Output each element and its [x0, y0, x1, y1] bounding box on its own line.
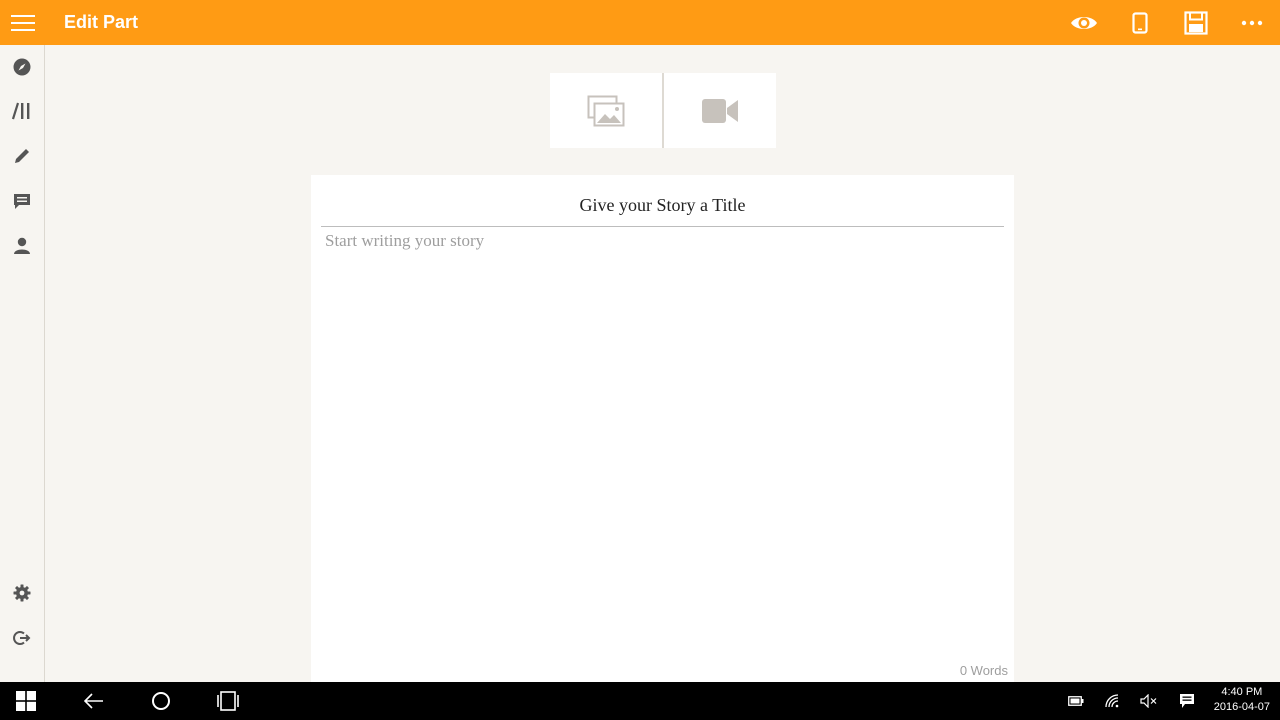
start-button[interactable]	[6, 682, 46, 720]
sidebar-item-profile[interactable]	[0, 224, 44, 268]
battery-button[interactable]	[1062, 682, 1090, 720]
volume-mute-icon	[1140, 694, 1157, 708]
app-header: Edit Part	[0, 0, 1280, 45]
phone-icon	[1132, 11, 1148, 34]
save-icon	[1184, 10, 1208, 35]
sidebar	[0, 45, 45, 682]
sidebar-item-settings[interactable]	[0, 571, 44, 615]
more-icon	[1241, 20, 1263, 25]
network-button[interactable]	[1099, 682, 1127, 720]
clock-date: 2016-04-07	[1213, 701, 1270, 713]
sidebar-item-discover[interactable]	[0, 45, 44, 89]
back-arrow-icon	[84, 693, 103, 709]
pencil-icon	[15, 149, 29, 163]
preview-button[interactable]	[1056, 0, 1112, 45]
wifi-icon	[1105, 694, 1119, 708]
image-icon	[587, 95, 625, 126]
compass-icon	[13, 58, 31, 76]
clock-time: 4:40 PM	[1221, 686, 1263, 698]
home-button[interactable]	[141, 682, 181, 720]
word-count: 0 Words	[959, 663, 1008, 678]
video-icon	[702, 98, 738, 123]
sidebar-item-messages[interactable]	[0, 179, 44, 223]
more-options-button[interactable]	[1224, 0, 1280, 45]
hamburger-icon	[10, 14, 35, 31]
add-image-button[interactable]	[550, 73, 662, 148]
sidebar-item-logout[interactable]	[0, 616, 44, 660]
page-title: Edit Part	[64, 12, 139, 32]
add-video-button[interactable]	[664, 73, 776, 148]
story-editor: 0 Words	[311, 175, 1014, 682]
eye-icon	[1071, 16, 1097, 29]
task-view-icon	[217, 691, 239, 711]
task-view-button[interactable]	[208, 682, 248, 720]
mobile-preview-button[interactable]	[1112, 0, 1168, 45]
sidebar-item-write[interactable]	[0, 134, 44, 178]
menu-button[interactable]	[0, 0, 45, 45]
clock[interactable]: 4:40 PM 2016-04-07	[1214, 685, 1270, 715]
home-circle-icon	[152, 692, 170, 710]
notification-icon	[1180, 694, 1194, 708]
media-toolbar	[550, 73, 776, 148]
profile-icon	[14, 237, 30, 254]
save-button[interactable]	[1168, 0, 1224, 45]
story-title-input[interactable]	[321, 185, 1004, 227]
battery-icon	[1068, 696, 1084, 706]
story-body-input[interactable]	[321, 231, 1004, 651]
back-button[interactable]	[74, 682, 114, 720]
taskbar: 4:40 PM 2016-04-07	[0, 682, 1280, 720]
messages-icon	[14, 193, 30, 209]
library-icon	[12, 102, 30, 120]
action-center-button[interactable]	[1173, 682, 1201, 720]
volume-button[interactable]	[1135, 682, 1163, 720]
sidebar-item-library[interactable]	[0, 89, 44, 133]
logout-icon	[13, 631, 31, 645]
settings-icon	[13, 584, 31, 602]
windows-icon	[16, 691, 36, 711]
